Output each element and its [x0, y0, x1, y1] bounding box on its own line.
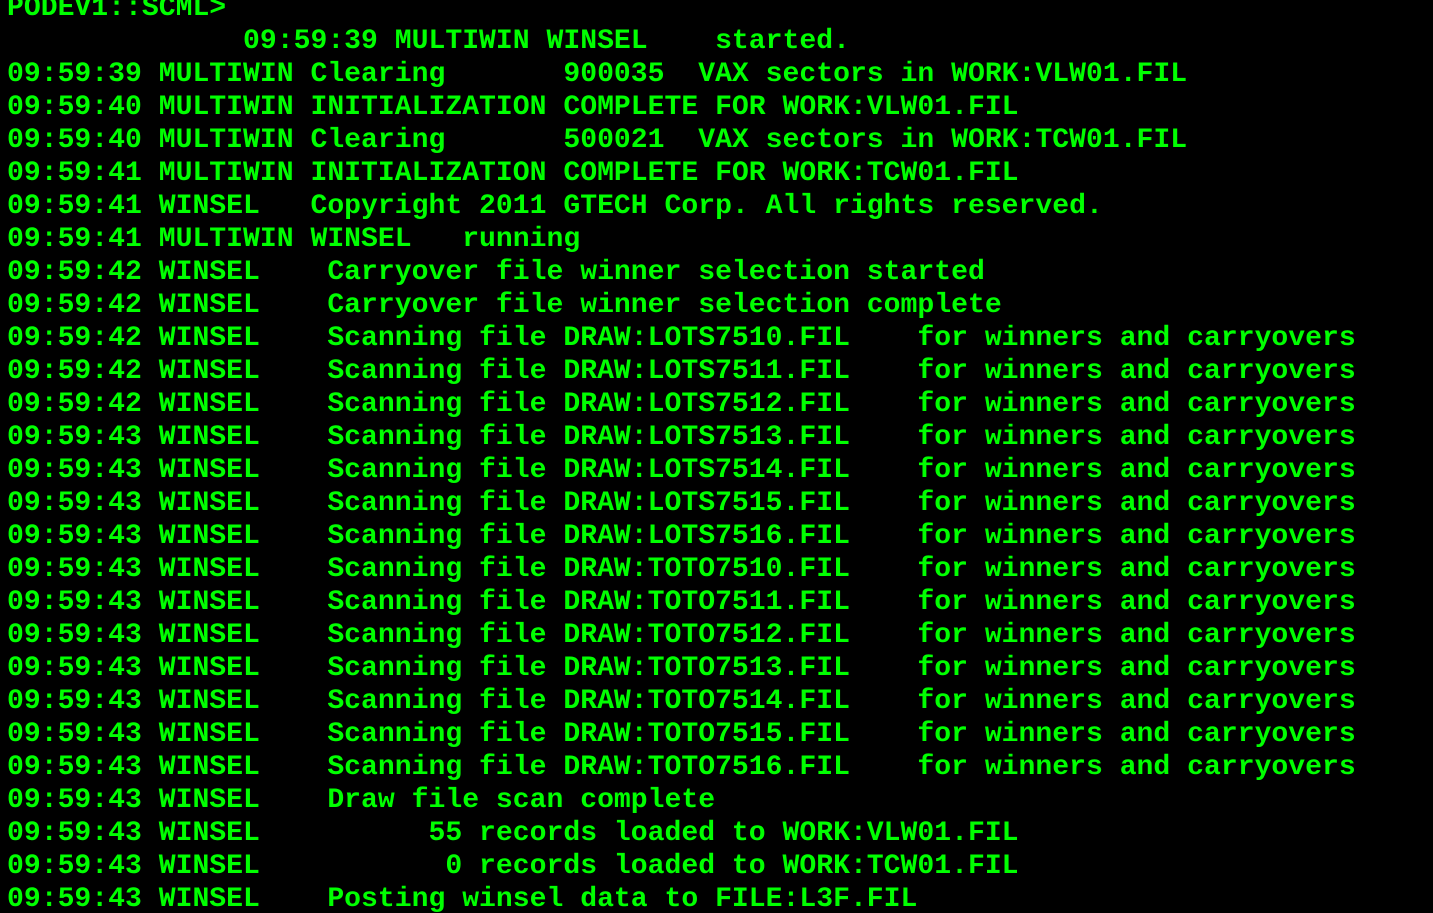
terminal-line: 09:59:39 MULTIWIN Clearing 900035 VAX se… [7, 59, 1188, 90]
terminal-line: 09:59:43 WINSEL Scanning file DRAW:TOTO7… [7, 587, 1356, 618]
terminal-line: 09:59:43 WINSEL 0 records loaded to WORK… [7, 851, 1019, 882]
terminal-line: 09:59:42 WINSEL Carryover file winner se… [7, 290, 1002, 321]
terminal-line: 09:59:43 WINSEL Scanning file DRAW:TOTO7… [7, 554, 1356, 585]
terminal-line: 09:59:41 MULTIWIN INITIALIZATION COMPLET… [7, 158, 1019, 189]
terminal-line: 09:59:42 WINSEL Scanning file DRAW:LOTS7… [7, 323, 1356, 354]
terminal-line: 09:59:42 WINSEL Carryover file winner se… [7, 257, 985, 288]
terminal-line: 09:59:43 WINSEL Scanning file DRAW:LOTS7… [7, 422, 1356, 453]
terminal-line: 09:59:43 WINSEL Scanning file DRAW:TOTO7… [7, 653, 1356, 684]
terminal-line: 09:59:43 WINSEL Scanning file DRAW:LOTS7… [7, 455, 1356, 486]
terminal-line: 09:59:43 WINSEL Scanning file DRAW:TOTO7… [7, 752, 1356, 783]
terminal-line: 09:59:39 MULTIWIN WINSEL started. [7, 26, 850, 57]
terminal-line: 09:59:43 WINSEL Scanning file DRAW:TOTO7… [7, 620, 1356, 651]
terminal-line: 09:59:42 WINSEL Scanning file DRAW:LOTS7… [7, 356, 1356, 387]
terminal-line: 09:59:41 MULTIWIN WINSEL running [7, 224, 581, 255]
terminal-line: 09:59:42 WINSEL Scanning file DRAW:LOTS7… [7, 389, 1356, 420]
terminal-line: 09:59:43 WINSEL Scanning file DRAW:LOTS7… [7, 488, 1356, 519]
terminal-line: 09:59:43 WINSEL Scanning file DRAW:LOTS7… [7, 521, 1356, 552]
terminal-line: 09:59:41 WINSEL Copyright 2011 GTECH Cor… [7, 191, 1103, 222]
terminal-line: 09:59:43 WINSEL 55 records loaded to WOR… [7, 818, 1019, 849]
terminal-output[interactable]: PODEV1::SCML> 09:59:39 MULTIWIN WINSEL s… [7, 0, 1427, 913]
terminal-line: 09:59:43 WINSEL Draw file scan complete [7, 785, 716, 816]
terminal-line: 09:59:40 MULTIWIN Clearing 500021 VAX se… [7, 125, 1188, 156]
terminal-line: 09:59:40 MULTIWIN INITIALIZATION COMPLET… [7, 92, 1019, 123]
terminal-line: 09:59:43 WINSEL Scanning file DRAW:TOTO7… [7, 719, 1356, 750]
terminal-line: 09:59:43 WINSEL Posting winsel data to F… [7, 884, 918, 913]
terminal-prompt-line: PODEV1::SCML> [7, 0, 227, 24]
terminal-line: 09:59:43 WINSEL Scanning file DRAW:TOTO7… [7, 686, 1356, 717]
